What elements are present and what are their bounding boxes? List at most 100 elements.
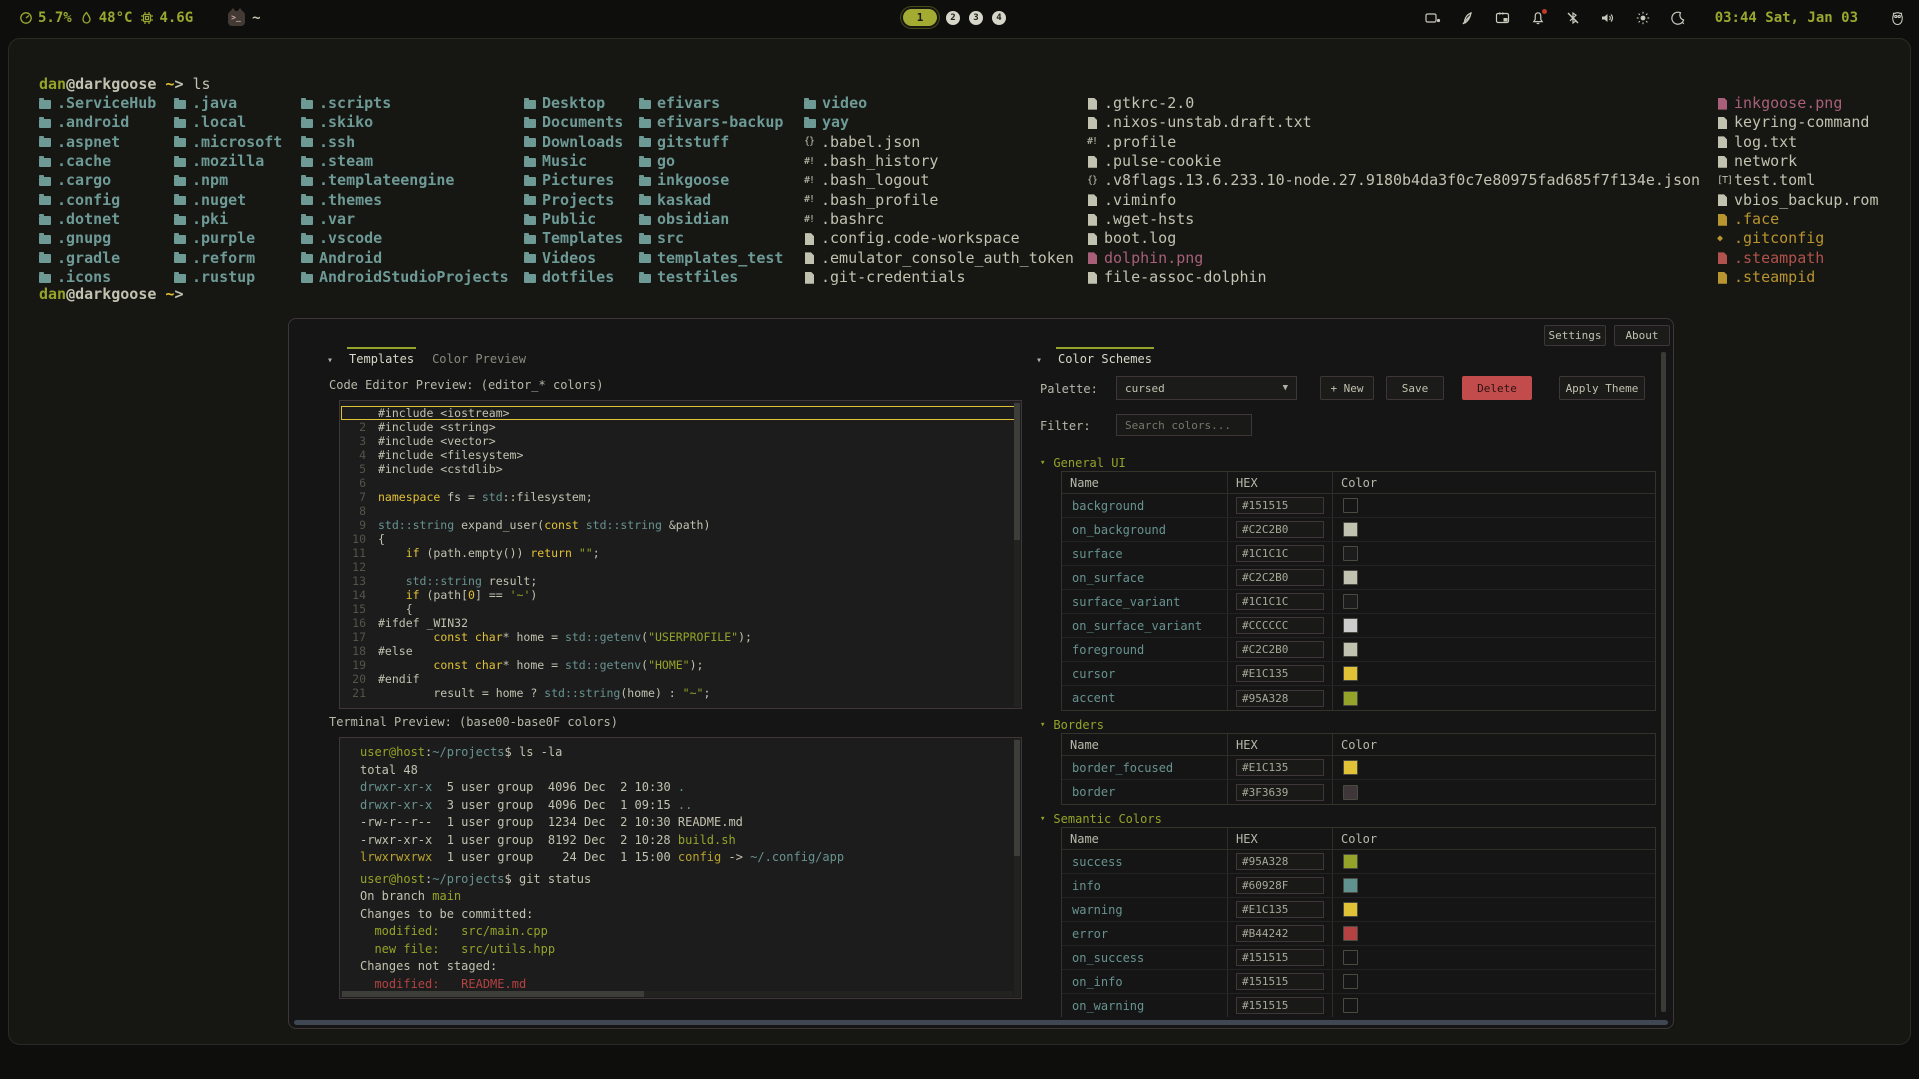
shell-script-icon: #! <box>804 214 818 226</box>
hex-cell <box>1228 614 1333 637</box>
about-button[interactable]: About <box>1614 325 1670 346</box>
color-swatch[interactable] <box>1343 760 1358 775</box>
color-name: foreground <box>1062 638 1228 661</box>
tab-templates[interactable]: Templates <box>347 347 416 368</box>
ls-entry: .cache <box>39 152 156 171</box>
section-chevron-icon: ▾ <box>1040 458 1045 468</box>
hex-input[interactable] <box>1236 593 1324 610</box>
color-swatch[interactable] <box>1343 618 1358 633</box>
window-horizontal-scrollbar[interactable] <box>294 1020 1668 1025</box>
color-swatch[interactable] <box>1343 570 1358 585</box>
apply-theme-button[interactable]: Apply Theme <box>1559 376 1645 400</box>
search-colors-input[interactable] <box>1116 414 1252 436</box>
hex-input[interactable] <box>1236 569 1324 586</box>
screen-cast-icon[interactable] <box>1425 10 1441 26</box>
hex-input[interactable] <box>1236 641 1324 658</box>
workspace-button-active[interactable]: 1 <box>903 9 937 26</box>
color-swatch[interactable] <box>1343 974 1358 989</box>
color-swatch[interactable] <box>1343 902 1358 917</box>
color-name: border <box>1062 780 1228 804</box>
color-section-header[interactable]: ▾General UI <box>1040 455 1657 471</box>
right-pane-scrollbar[interactable] <box>1661 352 1666 1012</box>
line-number: 7 <box>344 490 366 504</box>
color-swatch[interactable] <box>1343 878 1358 893</box>
hex-input[interactable] <box>1236 521 1324 538</box>
hex-input[interactable] <box>1236 877 1324 894</box>
new-palette-button[interactable]: + New <box>1320 376 1374 400</box>
workspace-button[interactable]: 3 <box>969 11 983 25</box>
terminal-vertical-scrollbar[interactable] <box>1014 739 1020 997</box>
ls-entry-name: kaskad <box>657 191 711 210</box>
hex-input[interactable] <box>1236 545 1324 562</box>
annotation-icon[interactable] <box>1460 10 1476 26</box>
delete-button[interactable]: Delete <box>1462 376 1532 400</box>
color-section-header[interactable]: ▾Borders <box>1040 717 1657 733</box>
bluetooth-off-icon[interactable] <box>1565 10 1581 26</box>
hex-input[interactable] <box>1236 997 1324 1014</box>
color-swatch[interactable] <box>1343 522 1358 537</box>
tab-color-schemes[interactable]: Color Schemes <box>1056 347 1154 368</box>
palette-dropdown[interactable]: cursed ▼ <box>1116 376 1297 400</box>
temperature-flame-icon <box>79 10 95 26</box>
color-swatch[interactable] <box>1343 594 1358 609</box>
hex-input[interactable] <box>1236 973 1324 990</box>
line-number: 10 <box>344 532 366 546</box>
editor-vertical-scrollbar[interactable] <box>1014 402 1020 707</box>
folder-icon <box>524 100 536 109</box>
color-section-header[interactable]: ▾Semantic Colors <box>1040 811 1657 827</box>
hex-input[interactable] <box>1236 901 1324 918</box>
screenshot-icon[interactable] <box>1495 10 1511 26</box>
workspace-button[interactable]: 2 <box>946 11 960 25</box>
terminal-horizontal-scrollbar[interactable] <box>341 991 1013 997</box>
color-swatch[interactable] <box>1343 691 1358 706</box>
hex-input[interactable] <box>1236 617 1324 634</box>
hex-input[interactable] <box>1236 853 1324 870</box>
color-swatch[interactable] <box>1343 642 1358 657</box>
color-swatch[interactable] <box>1343 546 1358 561</box>
color-swatch[interactable] <box>1343 950 1358 965</box>
volume-icon[interactable] <box>1600 10 1616 26</box>
memory-value: 4.6G <box>159 10 193 26</box>
section-title: Semantic Colors <box>1053 812 1161 826</box>
notification-bell-icon[interactable] <box>1530 10 1546 26</box>
workspace-button[interactable]: 4 <box>992 11 1006 25</box>
terminal-token: -> <box>721 850 750 864</box>
color-row: on_success <box>1062 946 1655 970</box>
ls-entry-name: src <box>657 229 684 248</box>
collapse-chevron-icon[interactable]: ▾ <box>1036 355 1042 368</box>
collapse-chevron-icon[interactable]: ▾ <box>327 355 333 368</box>
folder-icon <box>639 119 651 128</box>
color-swatch[interactable] <box>1343 498 1358 513</box>
hex-input[interactable] <box>1236 497 1324 514</box>
save-button[interactable]: Save <box>1386 376 1444 400</box>
ls-entry-name: network <box>1734 152 1797 171</box>
clock[interactable]: 03:44 Sat, Jan 03 <box>1715 10 1858 26</box>
folder-icon <box>174 138 186 147</box>
ls-entry: Projects <box>524 191 623 210</box>
tab-color-preview[interactable]: Color Preview <box>430 347 528 368</box>
settings-button[interactable]: Settings <box>1544 325 1606 346</box>
ls-entry: .gnupg <box>39 229 156 248</box>
ls-entry: .ssh <box>301 133 509 152</box>
color-swatch[interactable] <box>1343 926 1358 941</box>
color-swatch[interactable] <box>1343 785 1358 800</box>
hex-input[interactable] <box>1236 925 1324 942</box>
code-token <box>378 574 406 588</box>
color-swatch[interactable] <box>1343 998 1358 1013</box>
color-swatch[interactable] <box>1343 666 1358 681</box>
swatch-cell <box>1333 780 1655 804</box>
folder-icon <box>174 254 186 263</box>
column-header: Name <box>1062 472 1228 493</box>
hex-input[interactable] <box>1236 690 1324 707</box>
hex-input[interactable] <box>1236 949 1324 966</box>
shell-script-icon: #! <box>804 175 818 187</box>
focused-app[interactable]: >_ ~ <box>228 10 260 26</box>
brightness-icon[interactable] <box>1635 10 1651 26</box>
line-number: 12 <box>344 560 366 574</box>
color-swatch[interactable] <box>1343 854 1358 869</box>
ls-entry-name: .purple <box>192 229 255 248</box>
hex-input[interactable] <box>1236 759 1324 776</box>
hex-input[interactable] <box>1236 784 1324 801</box>
night-light-icon[interactable] <box>1670 10 1686 26</box>
hex-input[interactable] <box>1236 665 1324 682</box>
